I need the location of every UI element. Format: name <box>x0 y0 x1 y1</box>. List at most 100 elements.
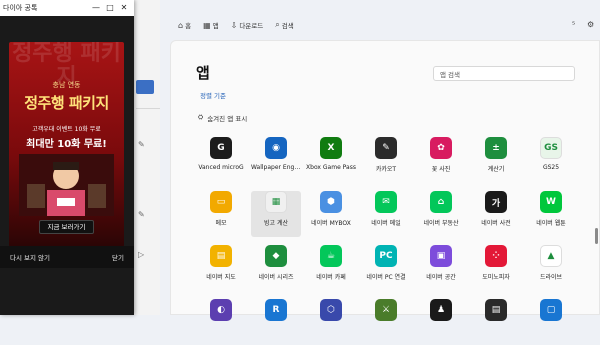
app-tile[interactable]: ◆ 네이버 시리즈 <box>251 245 301 291</box>
app-tile[interactable]: W 네이버 웹툰 <box>526 191 576 237</box>
app-tile[interactable]: ✿ 꽃 사진 <box>416 137 466 183</box>
app-icon: ▤ <box>485 299 507 321</box>
app-tile[interactable]: ⬡ <box>306 299 356 345</box>
app-icon: ⌂ <box>430 191 452 213</box>
nav-item-download[interactable]: ⇩ 다운로드 <box>230 20 264 31</box>
background-app-button[interactable] <box>136 80 154 94</box>
banner-small-text: 충남 연동 <box>52 81 81 89</box>
app-tile[interactable]: ± 계산기 <box>471 137 521 183</box>
nav-item-apps[interactable]: ▦ 앱 <box>203 20 219 31</box>
nav-label: 검색 <box>281 22 294 30</box>
app-tile[interactable]: ✎ 카카오T <box>361 137 411 183</box>
banner-illustration <box>19 154 114 216</box>
nav-label: 앱 <box>212 22 219 30</box>
app-icon: ✿ <box>430 137 452 159</box>
app-icon: ▤ <box>210 245 232 267</box>
banner-description: 고객우대 이벤트 10화 무료 <box>32 126 101 133</box>
app-icon: G <box>210 137 232 159</box>
app-label: GS25 <box>542 164 560 171</box>
app-icon: ± <box>485 137 507 159</box>
nav-item-search[interactable]: ⌕ 검색 <box>275 20 293 30</box>
app-label: Vanced microG <box>198 164 244 171</box>
close-button[interactable]: ✕ <box>117 0 131 16</box>
app-label: 네이버 공간 <box>426 274 456 281</box>
app-label: 네이버 메일 <box>371 220 401 227</box>
app-icon: PC <box>375 245 397 267</box>
home-icon: ⌂ <box>178 20 184 30</box>
app-tile[interactable]: ⚔ <box>361 299 411 345</box>
app-icon: 가 <box>485 191 507 213</box>
app-tile[interactable]: ◉ Wallpaper Engine <box>251 137 301 183</box>
app-label: 네이버 지도 <box>206 274 236 281</box>
app-icon: ✉ <box>375 191 397 213</box>
page-title: 앱 <box>196 64 210 82</box>
app-tile[interactable]: X Xbox Game Pass <box>306 137 356 183</box>
sort-link[interactable]: 정렬 기준 <box>200 90 226 100</box>
popup-footer-left[interactable]: 다시 보지 않기 <box>10 252 50 262</box>
app-icon: ◐ <box>210 299 232 321</box>
app-label: Wallpaper Engine <box>251 164 301 171</box>
app-tile[interactable]: ⌂ 네이버 부동산 <box>416 191 466 237</box>
app-label: 꽃 사진 <box>431 166 451 173</box>
app-tile[interactable]: ✉ 네이버 메일 <box>361 191 411 237</box>
search-input[interactable]: 앱 검색 <box>433 66 575 81</box>
pin-icon[interactable]: ✎ <box>138 210 145 219</box>
hide-icon: ⛭ <box>198 113 204 121</box>
app-tile[interactable]: ▭ 메모 <box>196 191 246 237</box>
app-tile[interactable]: ◐ <box>196 299 246 345</box>
app-icon: ☕ <box>320 245 342 267</box>
app-label: 네이버 시리즈 <box>258 274 294 281</box>
popup-titlebar[interactable]: 다이아 공톡 — □ ✕ <box>0 0 134 16</box>
app-tile[interactable]: ▲ 드라이브 <box>526 245 576 291</box>
show-hidden-toggle[interactable]: ⛭ 숨겨진 앱 표시 <box>198 113 247 123</box>
app-icon: ◉ <box>265 137 287 159</box>
app-tile[interactable]: ♟ <box>416 299 466 345</box>
app-tile[interactable]: GS GS25 <box>526 137 576 183</box>
show-hidden-label: 숨겨진 앱 표시 <box>207 115 248 123</box>
app-icon: R <box>265 299 287 321</box>
app-label: 네이버 부동산 <box>423 220 459 227</box>
app-icon: W <box>540 191 562 213</box>
notification-badge[interactable]: ⁵ <box>572 20 575 29</box>
banner-free-text: 최대만 10화 무료! <box>26 139 107 150</box>
app-tile[interactable]: ⬢ 네이버 MYBOX <box>306 191 356 237</box>
popup-footer-right[interactable]: 닫기 <box>112 252 124 262</box>
app-tile[interactable]: ▤ 네이버 지도 <box>196 245 246 291</box>
app-label: 네이버 웹툰 <box>536 220 566 227</box>
popup-window: 다이아 공톡 — □ ✕ 정주행 패키지 충남 연동 정주행 패키지 고객우대 … <box>0 0 134 315</box>
app-label: 네이버 사전 <box>481 220 511 227</box>
app-icon: ⚔ <box>375 299 397 321</box>
minimize-button[interactable]: — <box>89 0 103 16</box>
nav-label: 홈 <box>185 22 192 30</box>
app-tile[interactable]: G Vanced microG <box>196 137 246 183</box>
app-tile[interactable]: ▣ 네이버 공간 <box>416 245 466 291</box>
app-tile[interactable]: ☕ 네이버 카페 <box>306 245 356 291</box>
app-label: 빙고 계산 <box>264 220 288 227</box>
banner-cta-button[interactable]: 지금 보러가기 <box>39 220 94 234</box>
popup-title: 다이아 공톡 <box>3 4 38 12</box>
app-label: 계산기 <box>487 166 505 173</box>
gear-icon[interactable]: ⚙ <box>587 20 594 29</box>
top-navigation: ⌂ 홈 ▦ 앱 ⇩ 다운로드 ⌕ 검색 <box>178 20 294 30</box>
app-tile[interactable]: ▦ 빙고 계산 <box>251 191 301 237</box>
app-icon: ♟ <box>430 299 452 321</box>
maximize-button[interactable]: □ <box>103 0 117 16</box>
app-tile[interactable]: ▢ <box>526 299 576 345</box>
scrollbar[interactable] <box>595 228 598 244</box>
download-icon: ⇩ <box>230 20 238 30</box>
app-icon: ▢ <box>540 299 562 321</box>
pin-icon[interactable]: ✎ <box>138 140 145 149</box>
play-icon[interactable]: ▷ <box>138 250 144 259</box>
app-tile[interactable]: ⁘ 도미노피자 <box>471 245 521 291</box>
app-icon: ⬢ <box>320 191 342 213</box>
app-icon: ▲ <box>540 245 562 267</box>
app-tile[interactable]: R <box>251 299 301 345</box>
nav-item-home[interactable]: ⌂ 홈 <box>178 20 192 31</box>
app-tile[interactable]: 가네이버 사전 <box>471 191 521 237</box>
app-tile[interactable]: PC 네이버 PC 연결 <box>361 245 411 291</box>
ad-banner[interactable]: 정주행 패키지 충남 연동 정주행 패키지 고객우대 이벤트 10화 무료 최대… <box>9 42 124 247</box>
app-icon: ✎ <box>375 137 397 159</box>
app-tile[interactable]: ▤ <box>471 299 521 345</box>
app-icon: ▭ <box>210 191 232 213</box>
search-icon: ⌕ <box>275 20 280 29</box>
